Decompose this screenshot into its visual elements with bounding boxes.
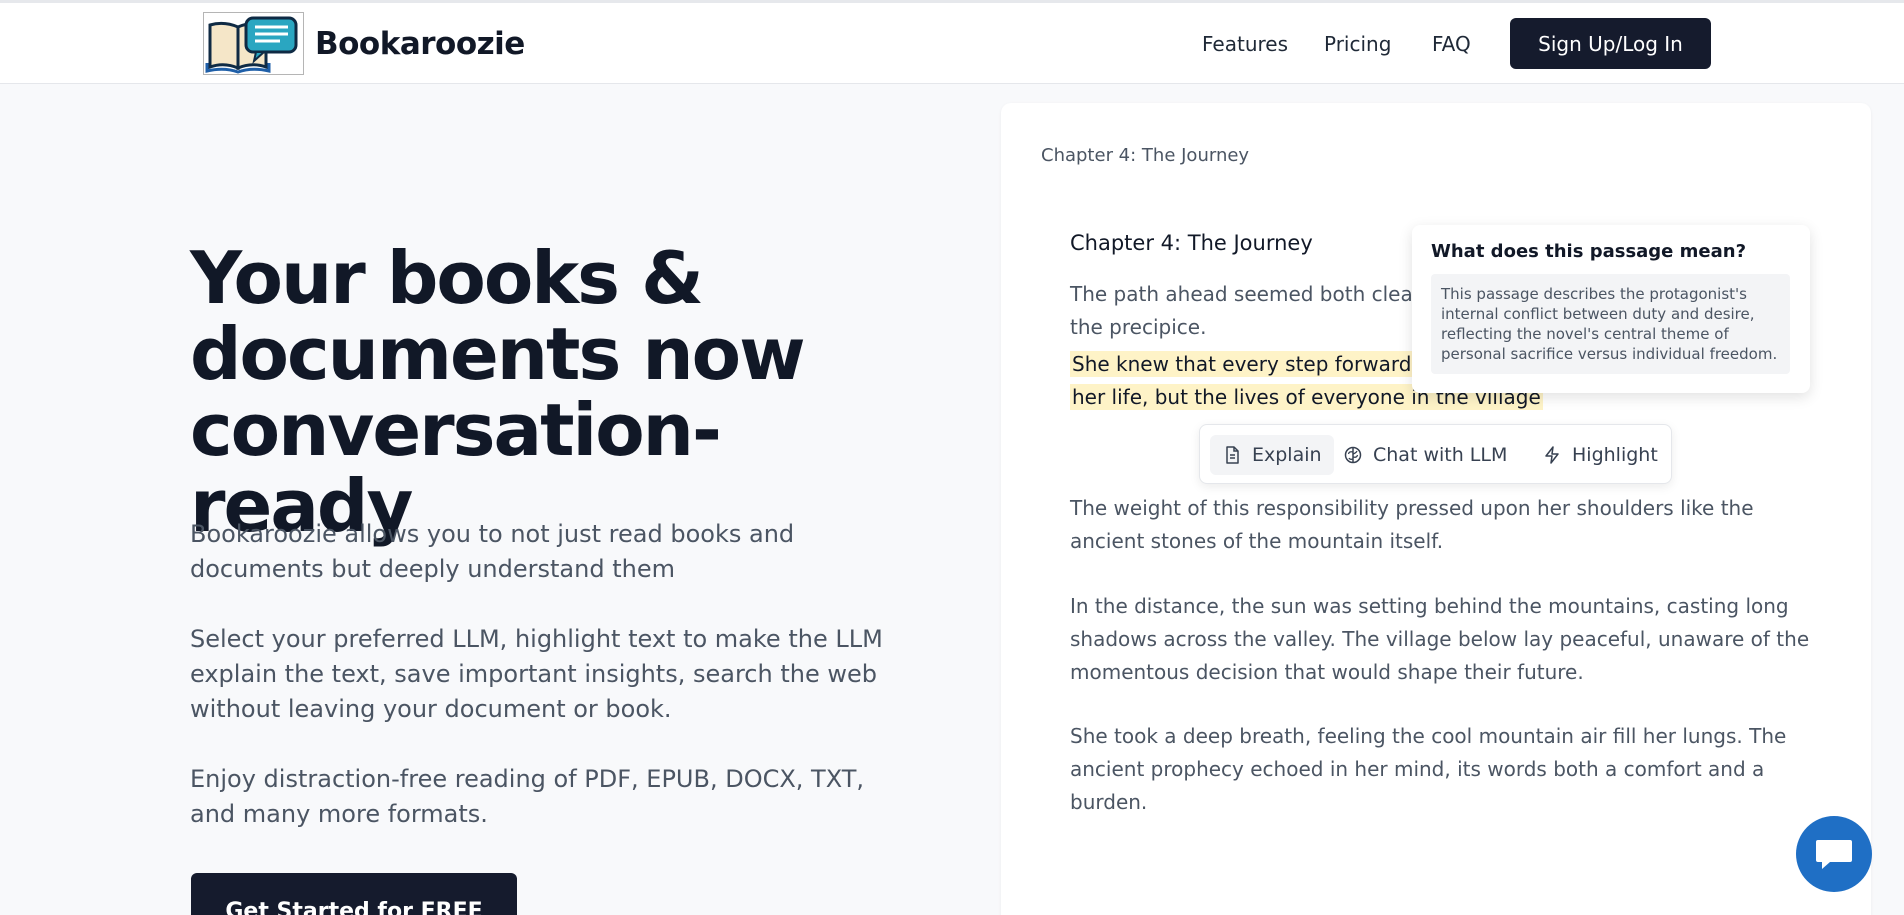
get-started-button[interactable]: Get Started for FREE [191, 873, 517, 915]
reader-paragraph: She took a deep breath, feeling the cool… [1070, 724, 1787, 814]
hero-title-line: documents now [190, 312, 806, 396]
reader-paragraph: The weight of this responsibility presse… [1070, 496, 1754, 553]
explain-button[interactable]: Explain [1210, 435, 1334, 475]
chat-label: Chat with LLM [1373, 444, 1508, 466]
hero-title-line: Your books & [190, 236, 704, 320]
chat-with-llm-button[interactable]: Chat with LLM [1331, 435, 1519, 475]
chapter-title: Chapter 4: The Journey [1070, 231, 1313, 255]
site-header: Bookaroozie Features Pricing FAQ Sign Up… [0, 3, 1904, 84]
logo[interactable] [203, 12, 304, 75]
brand-name[interactable]: Bookaroozie [315, 26, 525, 62]
hero-title: Your books & documents now conversation-… [190, 240, 930, 544]
highlight-button[interactable]: Highlight [1530, 435, 1670, 475]
document-icon [1226, 446, 1239, 464]
hero-paragraph: Enjoy distraction-free reading of PDF, E… [190, 765, 865, 828]
nav-features[interactable]: Features [1202, 32, 1288, 56]
highlighted-line[interactable]: She knew that every step forward w [1070, 351, 1437, 377]
tooltip-question: What does this passage mean? [1431, 241, 1747, 262]
nav-pricing[interactable]: Pricing [1324, 32, 1391, 56]
nav-faq[interactable]: FAQ [1432, 32, 1471, 56]
chat-fab-button[interactable] [1796, 816, 1872, 892]
hero-paragraph: Bookaroozie allows you to not just read … [190, 520, 795, 583]
highlight-label: Highlight [1572, 444, 1658, 466]
signup-login-button[interactable]: Sign Up/Log In [1510, 18, 1711, 69]
explanation-tooltip: What does this passage mean? This passag… [1412, 225, 1810, 393]
tooltip-answer: This passage describes the protagonist's… [1431, 274, 1790, 374]
breadcrumb: Chapter 4: The Journey [1041, 145, 1250, 166]
book-chat-logo-icon [205, 16, 298, 74]
selection-toolbar: Explain Chat with LLM Highlight [1199, 424, 1672, 484]
reader-paragraph: In the distance, the sun was setting beh… [1070, 594, 1810, 684]
explain-label: Explain [1252, 444, 1322, 466]
chat-bubble-icon [1816, 840, 1852, 869]
lightning-icon [1545, 446, 1559, 464]
brain-icon [1344, 446, 1362, 464]
hero-paragraph: Select your preferred LLM, highlight tex… [190, 625, 883, 723]
